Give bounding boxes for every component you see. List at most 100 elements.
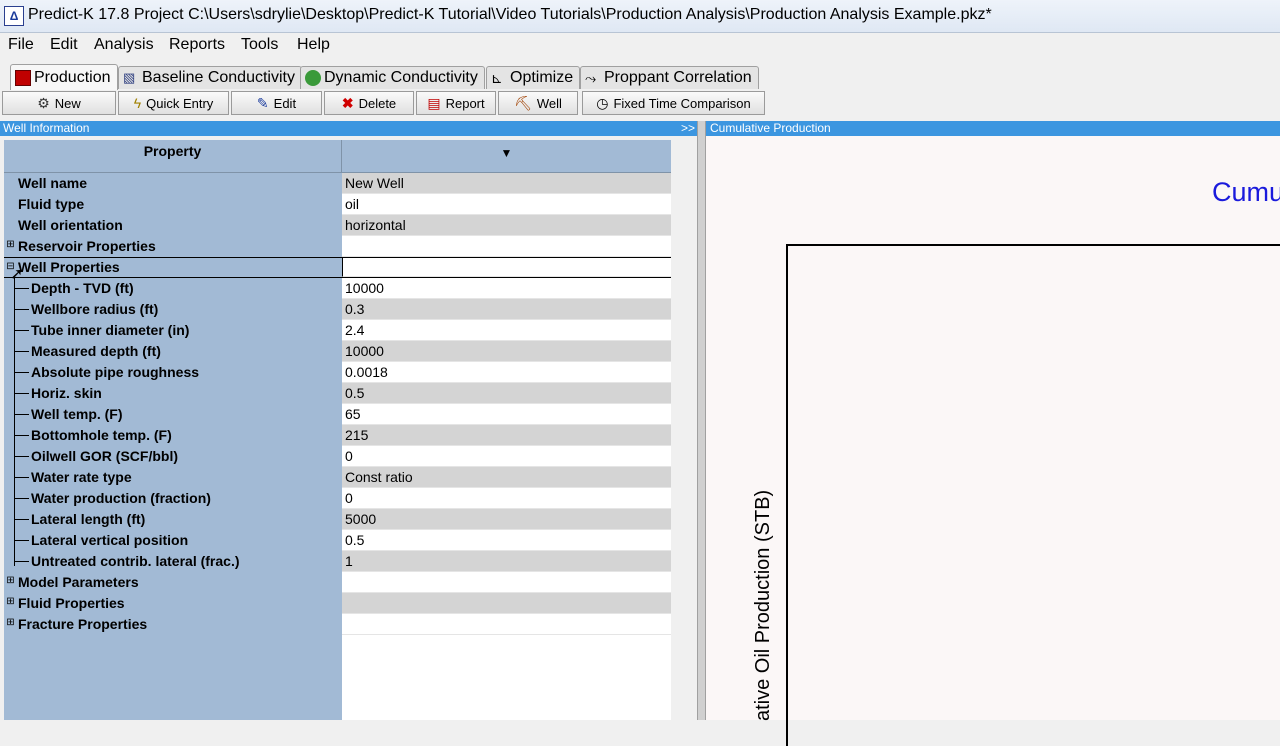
row-value[interactable] [342,236,671,257]
row-value[interactable]: 0.0018 [342,362,671,383]
tab-dynamic-conductivity[interactable]: Dynamic Conductivity [300,66,485,89]
row-value[interactable]: 65 [342,404,671,425]
menu-tools[interactable]: Tools [241,36,278,54]
table-row[interactable]: ⊞ Reservoir Properties [4,236,671,257]
expand-icon[interactable]: ⊞ [6,576,15,586]
panel-splitter[interactable] [697,121,706,720]
well-button-label: Well [536,95,562,111]
new-well-icon: ⚙ [37,95,50,111]
tab-optimize[interactable]: ⊾ Optimize [486,66,581,89]
report-button[interactable]: ▤ Report [416,91,496,115]
row-value[interactable]: 2.4 [342,320,671,341]
menu-reports[interactable]: Reports [169,36,225,54]
table-row[interactable]: Water rate type Const ratio [4,467,671,488]
row-value[interactable]: 0 [342,488,671,509]
row-label: Well orientation [18,217,123,233]
table-row[interactable]: Lateral length (ft) 5000 [4,509,671,530]
table-row[interactable]: Measured depth (ft) 10000 [4,341,671,362]
table-row[interactable]: ⊞ Fluid Properties [4,593,671,614]
new-button[interactable]: ⚙ New [2,91,116,115]
baseline-icon: ▧ [123,70,136,85]
tab-dynamic-label: Dynamic Conductivity [324,69,478,86]
row-value[interactable]: 0.5 [342,530,671,551]
panel-title: Cumulative Production [710,121,831,135]
row-label: Model Parameters [18,574,139,590]
table-row[interactable]: Lateral vertical position 0.5 [4,530,671,551]
menu-analysis[interactable]: Analysis [94,36,154,54]
table-row[interactable]: Well orientation horizontal [4,215,671,236]
value-column-header[interactable]: ▼ [342,140,671,173]
table-row[interactable]: Water production (fraction) 0 [4,488,671,509]
table-row[interactable]: Bottomhole temp. (F) 215 [4,425,671,446]
clock-icon: ◷ [596,95,609,111]
tree-branch [14,477,29,478]
tab-baseline-conductivity[interactable]: ▧ Baseline Conductivity [118,66,302,89]
row-value[interactable]: 0.3 [342,299,671,320]
quick-entry-label: Quick Entry [146,95,214,111]
table-row[interactable]: Well temp. (F) 65 [4,404,671,425]
row-value[interactable]: 0.5 [342,383,671,404]
table-row[interactable]: Fluid type oil [4,194,671,215]
row-label: Bottomhole temp. (F) [31,427,172,443]
table-row-selected[interactable]: ⊟ Well Properties ➚ [4,257,671,283]
tab-strip: Production ▧ Baseline Conductivity Dynam… [0,60,1280,90]
title-bar: Δ Predict-K 17.8 Project C:\Users\sdryli… [0,0,1280,33]
tab-production[interactable]: Production [10,64,118,90]
expand-icon[interactable]: ⊞ [6,597,15,607]
row-value[interactable]: 10000 [342,278,671,299]
table-row[interactable]: Oilwell GOR (SCF/bbl) 0 [4,446,671,467]
toolbar: ⚙ New ϟ Quick Entry ✎ Edit ✖ Delete ▤ Re… [0,90,1280,118]
globe-icon [305,70,321,86]
fixed-time-comparison-button[interactable]: ◷ Fixed Time Comparison [582,91,765,115]
row-value[interactable] [342,572,671,593]
quick-entry-button[interactable]: ϟ Quick Entry [118,91,229,115]
row-value[interactable]: 10000 [342,341,671,362]
row-value[interactable]: Const ratio [342,467,671,488]
expand-icon[interactable]: ⊞ [6,240,15,250]
row-label: Untreated contrib. lateral (frac.) [31,553,240,569]
row-value[interactable]: oil [342,194,671,215]
row-label: Fluid Properties [18,595,125,611]
table-row[interactable]: Absolute pipe roughness 0.0018 [4,362,671,383]
menu-edit[interactable]: Edit [50,36,78,54]
window-title: Predict-K 17.8 Project C:\Users\sdrylie\… [28,6,992,23]
table-row[interactable]: Horiz. skin 0.5 [4,383,671,404]
menu-file[interactable]: File [8,36,34,54]
row-label: Water rate type [31,469,132,485]
row-label: Water production (fraction) [31,490,211,506]
table-row[interactable]: Wellbore radius (ft) 0.3 [4,299,671,320]
expand-icon[interactable]: ⊞ [6,618,15,628]
property-column-header[interactable]: Property [4,140,342,173]
table-row[interactable]: Well name New Well [4,173,671,194]
well-icon: ⛏ [514,95,532,111]
row-value[interactable]: 1 [342,551,671,572]
row-label: Oilwell GOR (SCF/bbl) [31,448,178,464]
collapse-button[interactable]: >> [681,121,695,135]
row-value[interactable] [342,593,671,614]
row-value[interactable] [342,258,671,277]
table-row[interactable]: Untreated contrib. lateral (frac.) 1 [4,551,671,572]
tree-branch [14,435,29,436]
row-value[interactable]: horizontal [342,215,671,236]
edit-icon: ✎ [256,95,269,111]
tree-branch [14,351,29,352]
row-label: Depth - TVD (ft) [31,280,134,296]
table-row[interactable]: ⊞ Fracture Properties [4,614,671,635]
property-header-label: Property [143,143,202,159]
table-row[interactable]: Depth - TVD (ft) 10000 [4,278,671,299]
row-value[interactable]: 215 [342,425,671,446]
row-value[interactable] [342,614,671,635]
tree-branch [14,540,29,541]
row-value[interactable]: 5000 [342,509,671,530]
edit-button[interactable]: ✎ Edit [231,91,322,115]
tab-proppant-correlation[interactable]: ⤳ Proppant Correlation [580,66,759,89]
table-row[interactable]: ⊞ Model Parameters [4,572,671,593]
menu-help[interactable]: Help [297,36,330,54]
well-button[interactable]: ⛏ Well [498,91,578,115]
row-label: Wellbore radius (ft) [31,301,159,317]
row-value[interactable]: New Well [342,173,671,194]
row-value[interactable]: 0 [342,446,671,467]
report-button-label: Report [445,95,485,111]
delete-button[interactable]: ✖ Delete [324,91,414,115]
table-row[interactable]: Tube inner diameter (in) 2.4 [4,320,671,341]
